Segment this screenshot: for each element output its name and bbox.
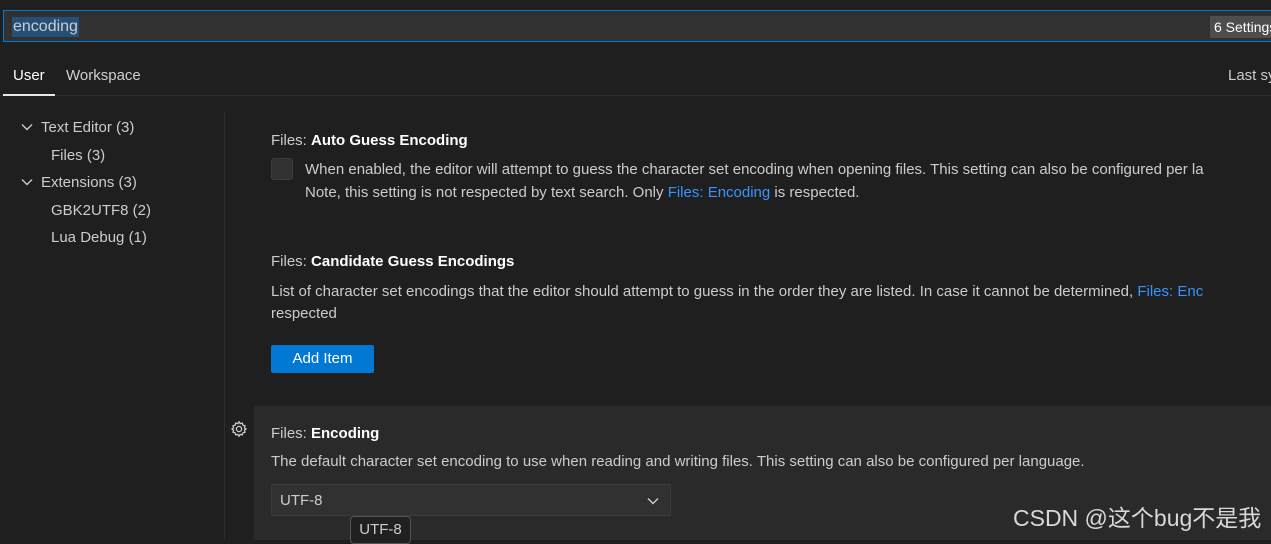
- setting-title-auto-guess: Files: Auto Guess Encoding: [271, 131, 468, 151]
- toc-divider: [224, 112, 225, 540]
- settings-scope-tabs: User Workspace Last sy: [0, 50, 1271, 96]
- encoding-selected-value: UTF-8: [280, 492, 323, 509]
- toc-item-text-editor[interactable]: Text Editor (3): [41, 118, 134, 138]
- search-input[interactable]: encoding 6 Settings: [3, 10, 1271, 42]
- tab-workspace[interactable]: Workspace: [66, 66, 141, 86]
- encoding-select[interactable]: UTF-8: [271, 484, 671, 516]
- gear-icon[interactable]: [230, 420, 248, 438]
- setting-name: Encoding: [311, 425, 380, 442]
- settings-search-bar: encoding 6 Settings: [0, 0, 1271, 50]
- setting-category: Files:: [271, 132, 312, 149]
- toc-item-files[interactable]: Files (3): [51, 146, 105, 166]
- chevron-down-icon[interactable]: [20, 175, 34, 189]
- auto-guess-encoding-checkbox[interactable]: [271, 158, 293, 180]
- setting-title-candidate: Files: Candidate Guess Encodings: [271, 252, 514, 272]
- setting-name: Auto Guess Encoding: [311, 132, 468, 149]
- setting-description-line2: respected: [271, 305, 337, 322]
- chevron-down-icon[interactable]: [20, 120, 34, 134]
- setting-category: Files:: [271, 425, 312, 442]
- setting-category: Files:: [271, 253, 312, 270]
- setting-name: Candidate Guess Encodings: [311, 253, 515, 270]
- files-encoding-link[interactable]: Files: Enc: [1137, 283, 1203, 300]
- setting-description-line2: Note, this setting is not respected by t…: [305, 181, 859, 204]
- setting-title-encoding: Files: Encoding: [271, 424, 379, 444]
- description-text: List of character set encodings that the…: [271, 283, 1138, 300]
- toc-item-lua-debug[interactable]: Lua Debug (1): [51, 228, 147, 248]
- results-count-badge: 6 Settings: [1210, 16, 1271, 38]
- search-query-text[interactable]: encoding: [12, 17, 79, 37]
- watermark: CSDN @这个bug不是我: [1013, 505, 1262, 531]
- files-encoding-link[interactable]: Files: Encoding: [668, 184, 771, 201]
- tab-user[interactable]: User: [13, 66, 45, 86]
- setting-description: When enabled, the editor will attempt to…: [305, 161, 1204, 178]
- description-text: Note, this setting is not respected by t…: [305, 184, 668, 201]
- toc-item-extensions[interactable]: Extensions (3): [41, 173, 137, 193]
- toc-item-gbk2utf8[interactable]: GBK2UTF8 (2): [51, 201, 151, 221]
- active-tab-indicator: [3, 94, 55, 96]
- chevron-down-icon: [647, 498, 659, 505]
- description-text: is respected.: [770, 184, 860, 201]
- settings-toc: [0, 97, 224, 540]
- setting-description: The default character set encoding to us…: [271, 453, 1085, 470]
- add-item-button[interactable]: Add Item: [271, 345, 374, 373]
- setting-description: List of character set encodings that the…: [271, 280, 1203, 303]
- last-synced-label: Last sy: [1228, 67, 1271, 84]
